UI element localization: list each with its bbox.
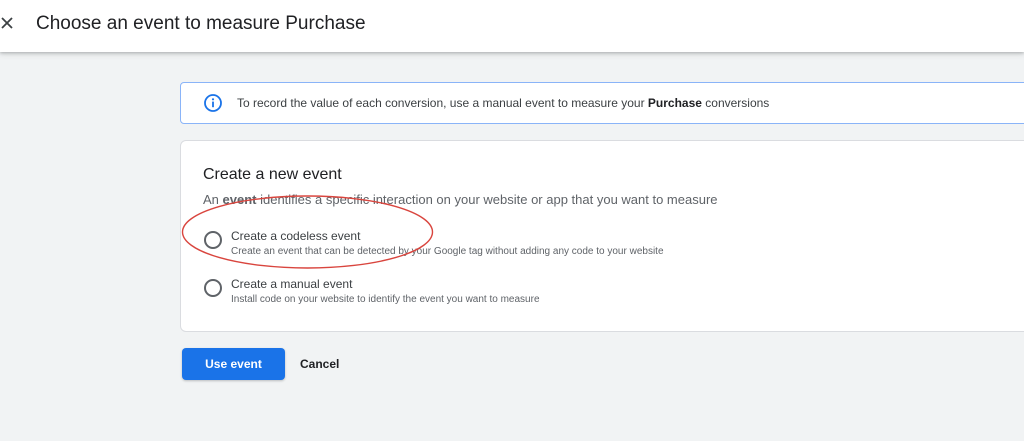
codeless-event-description: Create an event that can be detected by … [231,246,664,257]
info-banner-text: To record the value of each conversion, … [237,95,769,111]
cancel-button[interactable]: Cancel [294,348,345,380]
option-codeless-event[interactable]: Create a codeless event Create an event … [203,228,803,264]
info-icon [204,94,222,112]
use-event-button[interactable]: Use event [182,348,285,380]
info-banner: To record the value of each conversion, … [180,82,1024,124]
card-title: Create a new event [203,166,342,183]
option-manual-event[interactable]: Create a manual event Install code on yo… [203,276,803,312]
desc-bold: event [222,192,257,207]
codeless-event-radio[interactable] [204,231,222,249]
page-title: Choose an event to measure Purchase [36,13,366,34]
create-event-card: Create a new event An event identifies a… [180,140,1024,332]
desc-end: identifies a specific interaction on you… [256,192,718,207]
close-button[interactable] [0,12,20,36]
card-description: An event identifies a specific interacti… [203,192,718,208]
header-bar: Choose an event to measure Purchase [0,0,1024,52]
codeless-event-label: Create a codeless event [231,229,361,243]
info-text-start: To record the value of each conversion, … [237,96,648,110]
manual-event-description: Install code on your website to identify… [231,294,540,305]
info-text-end: conversions [701,96,770,110]
close-icon [1,17,13,29]
desc-start: An [203,192,223,207]
manual-event-label: Create a manual event [231,277,353,291]
manual-event-radio[interactable] [204,279,222,297]
info-text-bold: Purchase [647,96,702,110]
